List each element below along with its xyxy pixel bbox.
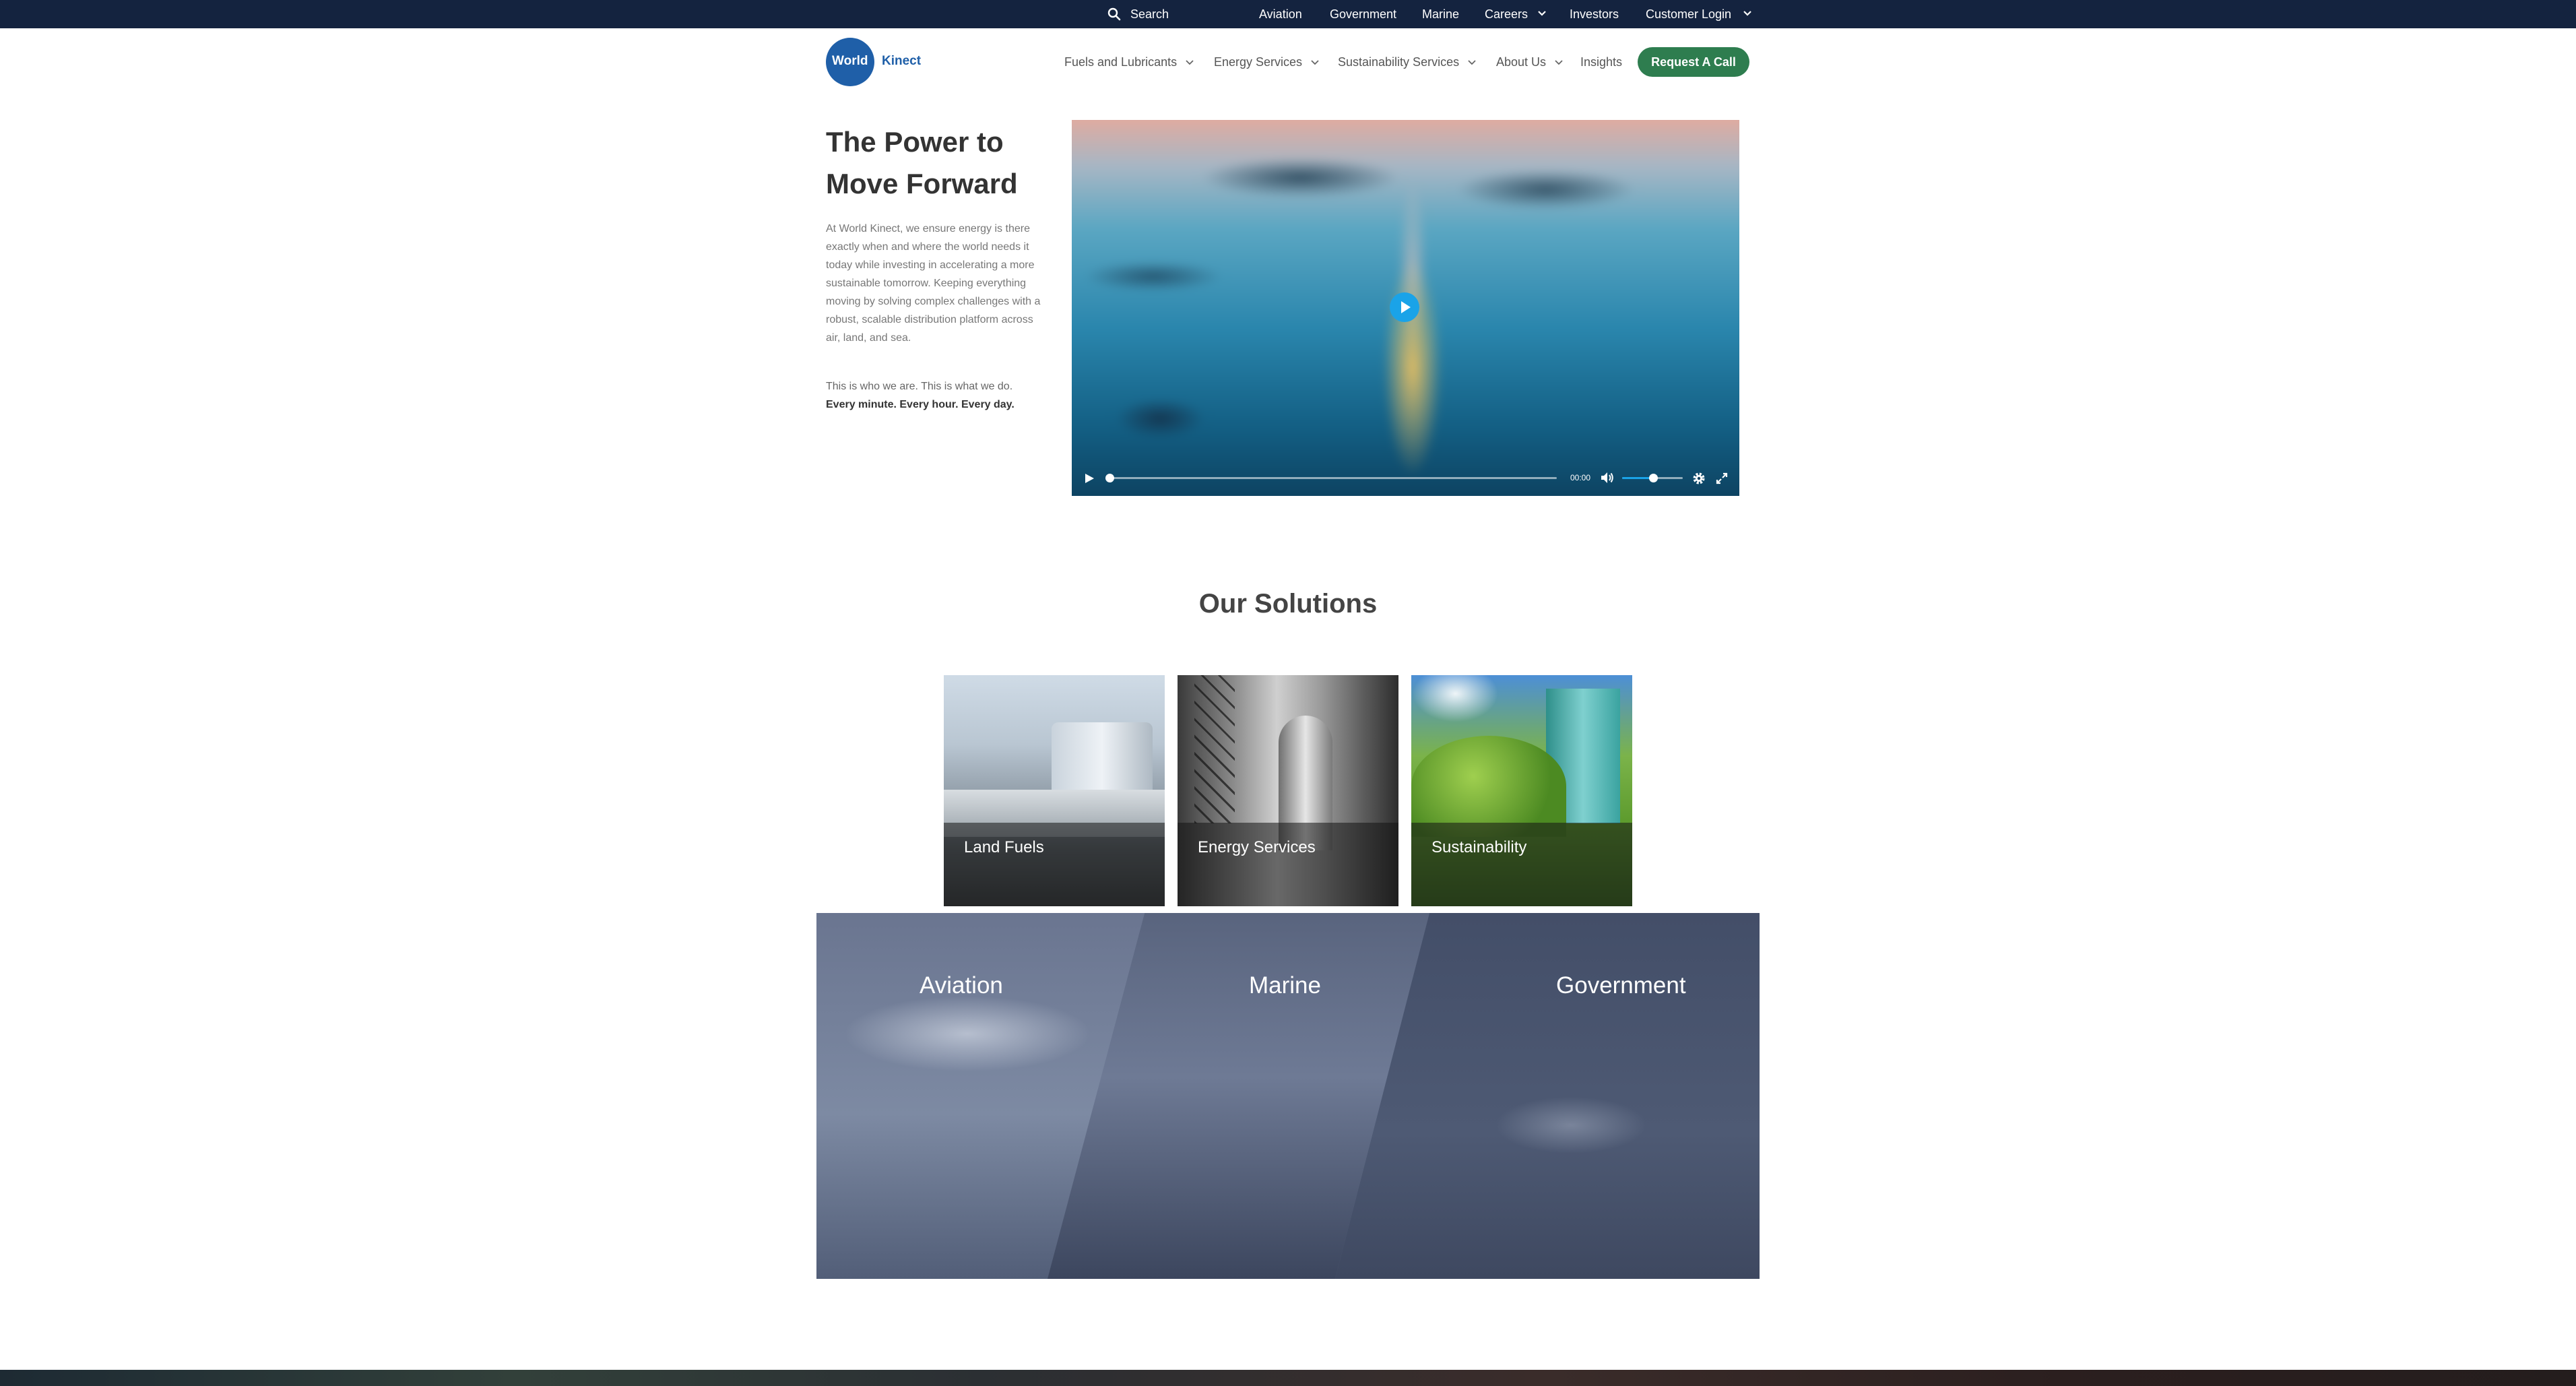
solution-card-land-fuels[interactable]: Land Fuels	[944, 675, 1165, 906]
chevron-down-icon	[1311, 60, 1319, 65]
utility-link-aviation[interactable]: Aviation	[1259, 0, 1302, 28]
search-icon	[1107, 7, 1121, 21]
utility-link-investors[interactable]: Investors	[1570, 0, 1619, 28]
utility-link-government[interactable]: Government	[1330, 0, 1396, 28]
search-link[interactable]: Search	[1107, 0, 1169, 28]
control-play-icon[interactable]	[1083, 472, 1095, 484]
hero-tagline-bold: Every minute. Every hour. Every day.	[826, 399, 1015, 410]
nav-item-fuels-and-lubricants[interactable]: Fuels and Lubricants	[1064, 47, 1194, 77]
play-icon[interactable]	[1390, 292, 1419, 322]
nav-item-energy-services[interactable]: Energy Services	[1214, 47, 1319, 77]
card-overlay	[944, 823, 1165, 906]
pylon-illustration	[1194, 675, 1235, 823]
search-label: Search	[1130, 7, 1169, 21]
video-time: 00:00	[1570, 473, 1591, 482]
utility-link-marine[interactable]: Marine	[1422, 0, 1459, 28]
chevron-down-icon	[1468, 60, 1476, 65]
settings-gear-icon[interactable]	[1692, 472, 1706, 485]
card-label: Land Fuels	[964, 838, 1044, 856]
segments-panel	[816, 913, 1760, 1279]
video-progress-handle[interactable]	[1105, 474, 1114, 482]
trees-illustration	[1411, 736, 1566, 837]
solution-card-energy-services[interactable]: Energy Services	[1178, 675, 1398, 906]
nav-label: About Us	[1496, 55, 1547, 69]
hero-description: At World Kinect, we ensure energy is the…	[826, 223, 1041, 344]
video-progress-bar[interactable]	[1107, 477, 1557, 479]
nav-item-sustainability-services[interactable]: Sustainability Services	[1338, 47, 1476, 77]
nav-label: Fuels and Lubricants	[1064, 55, 1178, 69]
segment-label-aviation[interactable]: Aviation	[920, 970, 1003, 1001]
next-section-banner	[0, 1370, 2576, 1386]
solution-card-sustainability[interactable]: Sustainability	[1411, 675, 1632, 906]
solutions-heading: Our Solutions	[1198, 589, 1378, 619]
segment-label-government[interactable]: Government	[1556, 970, 1686, 1001]
utility-link-customer-login[interactable]: Customer Login	[1646, 0, 1731, 28]
nav-label: Energy Services	[1214, 55, 1303, 69]
careers-chevron-down-icon[interactable]	[1537, 0, 1547, 28]
tank-illustration	[1052, 722, 1153, 796]
login-chevron-down-icon[interactable]	[1743, 0, 1752, 28]
card-overlay	[1178, 823, 1398, 906]
logo-text-kinect: Kinect	[882, 54, 922, 68]
fullscreen-icon[interactable]	[1715, 472, 1729, 485]
hero-tagline: This is who we are. This is what we do.	[826, 381, 1013, 392]
segment-label-marine[interactable]: Marine	[1249, 970, 1321, 1001]
card-label: Sustainability	[1431, 838, 1527, 856]
card-overlay	[1411, 823, 1632, 906]
nav-item-about-us[interactable]: About Us	[1496, 47, 1563, 77]
logo-text-world: World	[832, 54, 868, 68]
card-label: Energy Services	[1198, 838, 1316, 856]
nav-label: Sustainability Services	[1338, 55, 1460, 69]
request-a-call-button[interactable]: Request A Call	[1638, 47, 1749, 77]
chevron-down-icon	[1186, 60, 1194, 65]
volume-icon[interactable]	[1600, 471, 1615, 484]
hero-title: The Power to Move Forward	[826, 126, 1018, 199]
nav-item-insights[interactable]: Insights	[1580, 47, 1622, 77]
chevron-down-icon	[1555, 60, 1563, 65]
utility-link-careers[interactable]: Careers	[1485, 0, 1528, 28]
volume-handle[interactable]	[1649, 474, 1658, 482]
site-logo[interactable]: World Kinect	[826, 38, 922, 86]
utility-bar: Search Aviation Government Marine Career…	[0, 0, 2576, 28]
